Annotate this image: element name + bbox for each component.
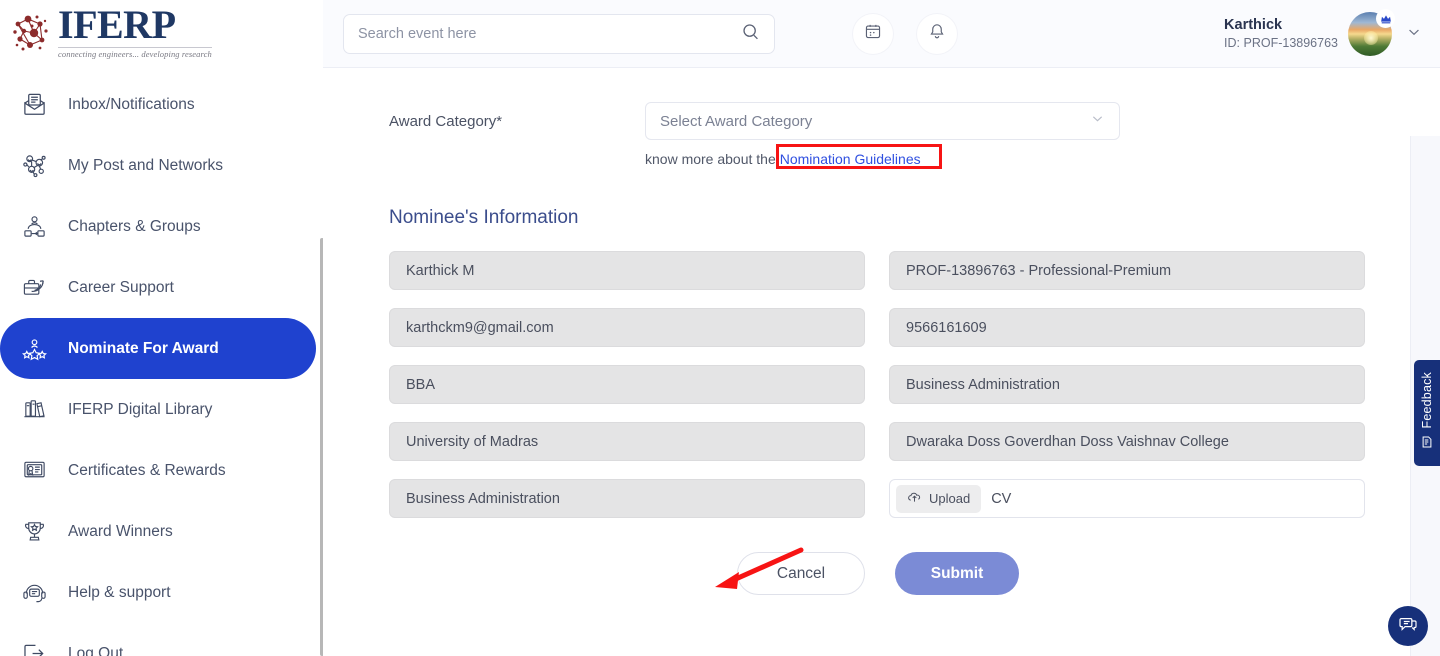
guidelines-line: know more about the Nomination Guideline…: [645, 151, 1120, 167]
briefcase-rocket-icon: [16, 270, 52, 306]
sidebar-item-log-out[interactable]: Log Out: [0, 623, 323, 656]
header-actions: [853, 14, 957, 54]
sidebar-item-label: My Post and Networks: [68, 157, 223, 175]
nominee-fields-grid: Karthick M PROF-13896763 - Professional-…: [389, 251, 1382, 518]
bell-icon: [928, 22, 946, 45]
chevron-down-icon[interactable]: [1406, 24, 1422, 45]
field-cv-upload[interactable]: Upload CV: [889, 479, 1365, 518]
chevron-down-icon: [1090, 111, 1105, 131]
brand-logo[interactable]: IFERP ® connecting engineers... developi…: [0, 0, 323, 68]
search-icon[interactable]: [741, 22, 760, 46]
content-area: Award Category* Select Award Category k: [323, 68, 1440, 656]
upload-button[interactable]: Upload: [896, 485, 981, 513]
sidebar-item-label: Nominate For Award: [68, 340, 219, 358]
avatar[interactable]: [1348, 12, 1392, 56]
field-nominee-university[interactable]: University of Madras: [389, 422, 865, 461]
section-title-nominee-information: Nominee's Information: [389, 207, 1382, 229]
award-category-control: Select Award Category know more about th…: [645, 102, 1120, 167]
form-actions: Cancel Submit: [389, 552, 1382, 595]
brand-wordmark: IFERP: [58, 2, 176, 47]
nomination-form: Award Category* Select Award Category k: [323, 102, 1440, 595]
field-nominee-degree[interactable]: BBA: [389, 365, 865, 404]
sidebar-item-my-post-and-networks[interactable]: My Post and Networks: [0, 135, 323, 196]
calendar-icon: [864, 22, 882, 45]
sidebar-item-career-support[interactable]: Career Support: [0, 257, 323, 318]
field-nominee-name[interactable]: Karthick M: [389, 251, 865, 290]
sidebar-item-help-and-support[interactable]: Help & support: [0, 562, 323, 623]
logout-arrow-icon: [16, 636, 52, 656]
calendar-button[interactable]: [853, 14, 893, 54]
nomination-guidelines-link[interactable]: Nomination Guidelines: [780, 151, 921, 167]
user-meta: Karthick ID: PROF-13896763: [1224, 16, 1338, 52]
user-name: Karthick: [1224, 16, 1338, 35]
sidebar: IFERP ® connecting engineers... developi…: [0, 0, 323, 656]
feedback-tab[interactable]: Feedback: [1414, 360, 1440, 466]
submit-button[interactable]: Submit: [895, 552, 1019, 595]
award-category-selected-value: Select Award Category: [660, 113, 1090, 130]
sidebar-item-label: Award Winners: [68, 523, 173, 541]
notifications-button[interactable]: [917, 14, 957, 54]
sidebar-item-label: IFERP Digital Library: [68, 401, 212, 419]
group-hierarchy-icon: [16, 209, 52, 245]
trophy-icon: [16, 514, 52, 550]
feedback-form-icon: [1420, 435, 1434, 454]
feedback-tab-label: Feedback: [1420, 372, 1434, 429]
field-nominee-specialization[interactable]: Business Administration: [889, 365, 1365, 404]
sidebar-item-chapters-and-groups[interactable]: Chapters & Groups: [0, 196, 323, 257]
people-network-icon: [16, 148, 52, 184]
top-header: Karthick ID: PROF-13896763: [323, 0, 1440, 68]
envelope-document-icon: [16, 87, 52, 123]
sidebar-item-iferp-digital-library[interactable]: IFERP Digital Library: [0, 379, 323, 440]
person-stars-award-icon: [16, 331, 52, 367]
sidebar-item-certificates-and-rewards[interactable]: Certificates & Rewards: [0, 440, 323, 501]
red-arrow-pointing-left-icon: [689, 542, 809, 607]
field-nominee-phone[interactable]: 9566161609: [889, 308, 1365, 347]
user-id: ID: PROF-13896763: [1224, 35, 1338, 52]
upload-file-label: CV: [991, 491, 1011, 507]
sidebar-nav: Inbox/Notifications My Post and Networks: [0, 68, 323, 656]
sidebar-item-inbox-notifications[interactable]: Inbox/Notifications: [0, 74, 323, 135]
field-nominee-department[interactable]: Business Administration: [389, 479, 865, 518]
nomination-guidelines-link-text: Nomination Guidelines: [780, 151, 921, 167]
brand-tagline: connecting engineers... developing resea…: [58, 47, 212, 59]
award-category-select[interactable]: Select Award Category: [645, 102, 1120, 140]
field-nominee-institution[interactable]: Dwaraka Doss Goverdhan Doss Vaishnav Col…: [889, 422, 1365, 461]
award-category-row: Award Category* Select Award Category k: [389, 102, 1382, 167]
crown-icon: [1376, 9, 1395, 28]
user-menu[interactable]: Karthick ID: PROF-13896763: [1224, 0, 1422, 68]
sidebar-item-label: Inbox/Notifications: [68, 96, 195, 114]
main-panel: Karthick ID: PROF-13896763: [323, 0, 1440, 656]
molecular-network-icon: [10, 12, 56, 56]
cloud-upload-icon: [907, 490, 922, 508]
sidebar-item-label: Help & support: [68, 584, 171, 602]
field-nominee-email[interactable]: karthckm9@gmail.com: [389, 308, 865, 347]
chat-bubble-icon: [1398, 614, 1418, 639]
books-library-icon: [16, 392, 52, 428]
upload-button-label: Upload: [929, 491, 970, 506]
app-root: IFERP ® connecting engineers... developi…: [0, 0, 1440, 656]
sidebar-item-label: Chapters & Groups: [68, 218, 201, 236]
award-category-label: Award Category*: [389, 102, 645, 130]
sidebar-item-label: Certificates & Rewards: [68, 462, 226, 480]
sidebar-item-award-winners[interactable]: Award Winners: [0, 501, 323, 562]
field-nominee-id-plan[interactable]: PROF-13896763 - Professional-Premium: [889, 251, 1365, 290]
search-input[interactable]: [358, 26, 741, 42]
certificate-badge-icon: [16, 453, 52, 489]
headset-support-icon: [16, 575, 52, 611]
guidelines-prefix: know more about the: [645, 151, 776, 167]
sidebar-item-label: Log Out: [68, 645, 123, 656]
sidebar-item-label: Career Support: [68, 279, 174, 297]
chat-button[interactable]: [1388, 606, 1428, 646]
sidebar-item-nominate-for-award[interactable]: Nominate For Award: [0, 318, 316, 379]
search-bar[interactable]: [343, 14, 775, 54]
